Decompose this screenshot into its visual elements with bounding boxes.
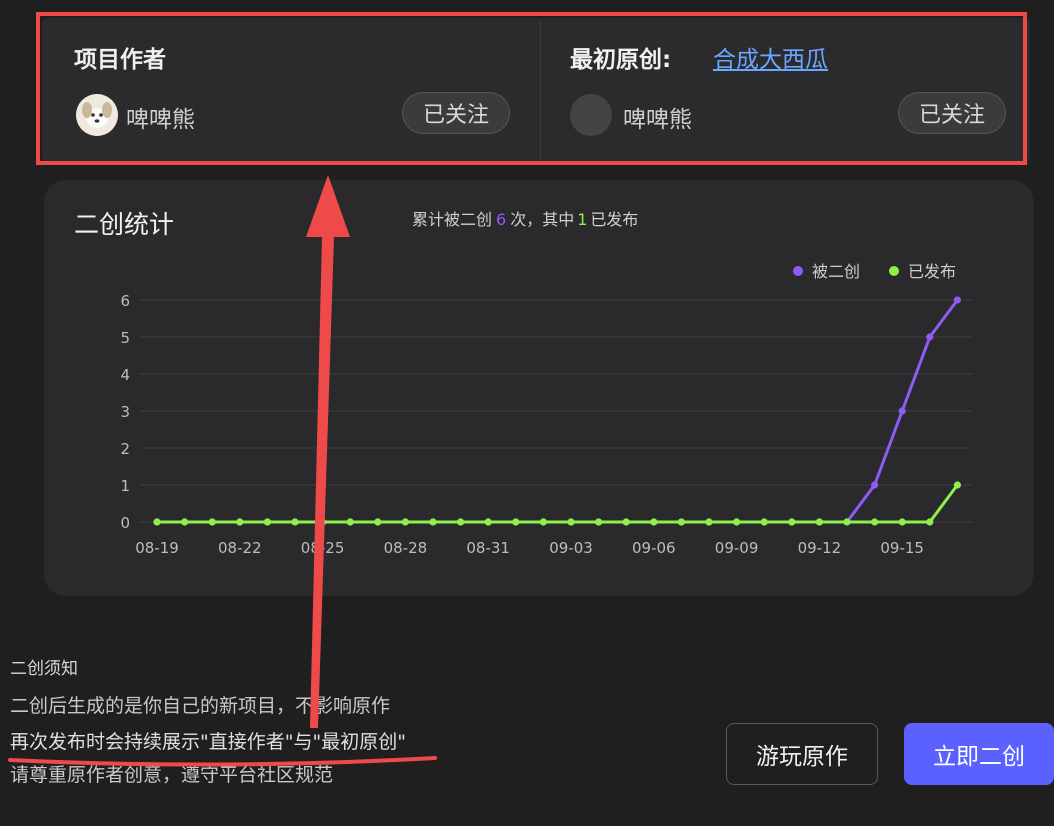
y-tick-label: 4 bbox=[120, 366, 130, 384]
y-tick-label: 2 bbox=[120, 440, 130, 458]
data-point bbox=[898, 518, 906, 526]
data-point bbox=[401, 518, 409, 526]
data-point bbox=[291, 518, 299, 526]
data-point bbox=[953, 296, 962, 304]
data-point bbox=[429, 518, 437, 526]
data-point bbox=[843, 518, 851, 526]
notice-title: 二创须知 bbox=[10, 659, 78, 679]
remix-now-button[interactable]: 立即二创 bbox=[904, 723, 1054, 785]
legend-marker-1 bbox=[889, 266, 899, 276]
x-tick-label: 09-03 bbox=[549, 539, 593, 557]
x-tick-label: 09-12 bbox=[798, 539, 842, 557]
data-point bbox=[208, 518, 216, 526]
x-tick-label: 09-09 bbox=[715, 539, 759, 557]
y-tick-label: 5 bbox=[120, 329, 130, 347]
data-point bbox=[622, 518, 630, 526]
notice-line-2: 再次发布时会持续展示"直接作者"与"最初原创" bbox=[10, 731, 406, 753]
data-point bbox=[871, 518, 879, 526]
data-point bbox=[788, 518, 796, 526]
data-point bbox=[319, 518, 327, 526]
data-point bbox=[153, 518, 161, 526]
y-tick-label: 0 bbox=[120, 514, 130, 532]
data-point bbox=[181, 518, 189, 526]
data-point bbox=[595, 518, 603, 526]
data-point bbox=[898, 407, 906, 415]
legend-label-0: 被二创 bbox=[812, 262, 860, 281]
legend-label-1: 已发布 bbox=[908, 262, 956, 281]
x-tick-label: 09-06 bbox=[632, 539, 676, 557]
notice-line-3: 请尊重原作者创意，遵守平台社区规范 bbox=[10, 764, 334, 786]
data-point bbox=[539, 518, 548, 526]
data-point bbox=[677, 518, 686, 526]
data-point bbox=[374, 518, 382, 526]
data-point bbox=[871, 481, 879, 489]
data-point bbox=[650, 518, 658, 526]
data-point bbox=[953, 481, 962, 489]
data-point bbox=[484, 518, 492, 526]
data-point bbox=[926, 333, 934, 341]
data-point bbox=[926, 518, 934, 526]
x-tick-label: 09-15 bbox=[880, 539, 924, 557]
notice-line-1: 二创后生成的是你自己的新项目，不影响原作 bbox=[10, 695, 391, 717]
data-point bbox=[236, 518, 244, 526]
x-tick-label: 08-22 bbox=[218, 539, 262, 557]
series-line-1 bbox=[157, 484, 959, 524]
y-tick-label: 1 bbox=[120, 477, 130, 495]
legend-marker-0 bbox=[793, 266, 803, 276]
data-point bbox=[346, 518, 354, 526]
data-point bbox=[733, 518, 741, 526]
y-tick-label: 6 bbox=[120, 292, 130, 310]
data-point bbox=[512, 518, 520, 526]
x-tick-label: 08-31 bbox=[466, 539, 510, 557]
data-point bbox=[457, 518, 465, 526]
data-point bbox=[705, 518, 713, 526]
x-tick-label: 08-25 bbox=[301, 539, 345, 557]
play-original-button[interactable]: 游玩原作 bbox=[726, 723, 878, 785]
data-point bbox=[760, 518, 768, 526]
x-tick-label: 08-28 bbox=[384, 539, 428, 557]
data-point bbox=[263, 518, 271, 526]
data-point bbox=[567, 518, 575, 526]
y-tick-label: 3 bbox=[120, 403, 130, 421]
x-tick-label: 08-19 bbox=[135, 539, 179, 557]
data-point bbox=[815, 518, 824, 526]
